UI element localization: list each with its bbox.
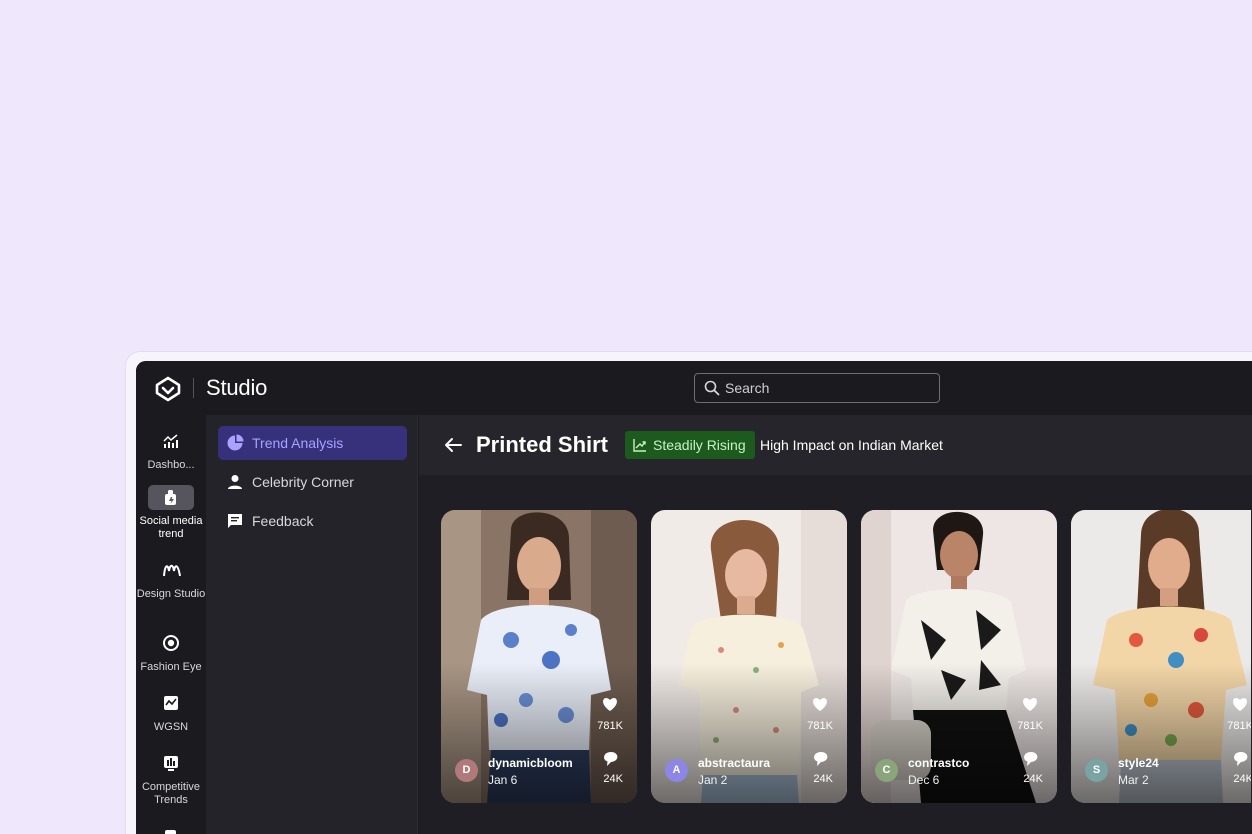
studio-logo-icon[interactable] — [154, 375, 182, 403]
comment-icon[interactable] — [812, 751, 830, 767]
rail-label: Social media trend — [139, 515, 203, 540]
rail-label: WGSN — [153, 721, 189, 733]
eye-lens-icon — [163, 635, 179, 651]
comment-icon[interactable] — [1232, 751, 1250, 767]
submenu-item-celebrity-corner[interactable]: Celebrity Corner — [218, 465, 407, 499]
logo-divider — [193, 378, 194, 398]
post-date: Mar 2 — [1118, 773, 1149, 787]
post-date: Dec 6 — [908, 773, 940, 787]
app-window: Studio Dashbo... — [136, 361, 1252, 834]
comment-count: 24K — [603, 773, 623, 785]
trend-status-label: Steadily Rising — [653, 437, 746, 453]
main-content: Printed Shirt Steadily Rising High Impac… — [419, 415, 1252, 834]
username[interactable]: style24 — [1118, 756, 1159, 770]
trend-status-badge: Steadily Rising — [625, 431, 755, 459]
comment-count: 24K — [813, 773, 833, 785]
rail-label: Design Studio — [136, 588, 206, 600]
brand-name: Studio — [206, 375, 268, 400]
rail-item-more[interactable] — [136, 825, 206, 834]
like-count: 781K — [1017, 720, 1043, 732]
like-count: 781K — [807, 720, 833, 732]
post-card[interactable]: 781K 24K S style24 Mar 2 — [1071, 510, 1251, 803]
avatar: S — [1085, 759, 1108, 782]
comment-count: 24K — [1023, 773, 1043, 785]
impact-label: High Impact on Indian Market — [760, 437, 943, 453]
post-card[interactable]: 781K 24K A abstractaura Jan 2 — [651, 510, 847, 803]
rail-item-social-media-trend[interactable]: Social media trend — [136, 485, 206, 541]
page-header: Printed Shirt Steadily Rising High Impac… — [419, 415, 1252, 475]
post-date: Jan 2 — [698, 773, 728, 787]
rail-item-competitive-trends[interactable]: Competitive Trends — [136, 751, 206, 807]
heart-icon[interactable] — [1231, 696, 1249, 712]
search-input[interactable] — [725, 378, 925, 398]
document-icon — [165, 830, 176, 834]
rail-item-design-studio[interactable]: Design Studio — [136, 558, 206, 601]
comment-icon[interactable] — [602, 751, 620, 767]
top-bar: Studio — [136, 361, 1252, 415]
competitor-chart-icon — [164, 756, 178, 771]
feedback-icon — [228, 514, 242, 528]
heart-icon[interactable] — [1021, 696, 1039, 712]
comment-icon[interactable] — [1022, 751, 1040, 767]
pie-chart-icon — [227, 434, 244, 451]
avatar: C — [875, 759, 898, 782]
post-card[interactable]: 781K 24K D dynamicbloom Jan 6 — [441, 510, 637, 803]
nav-rail: Dashbo... Social media trend Design Stud… — [136, 415, 206, 834]
username[interactable]: dynamicbloom — [488, 756, 573, 770]
person-icon — [228, 475, 242, 489]
like-count: 781K — [1227, 720, 1251, 732]
post-date: Jan 6 — [488, 773, 518, 787]
avatar: D — [455, 759, 478, 782]
submenu-label: Feedback — [252, 513, 314, 529]
username[interactable]: abstractaura — [698, 756, 770, 770]
rail-item-wgsn[interactable]: WGSN — [136, 691, 206, 734]
submenu-label: Trend Analysis — [252, 435, 344, 451]
sub-menu: Trend Analysis Celebrity Corner Feedback — [206, 415, 418, 834]
trending-up-icon — [633, 439, 646, 452]
rail-label: Dashbo... — [147, 459, 195, 471]
search-box[interactable] — [694, 373, 940, 403]
like-count: 781K — [597, 720, 623, 732]
heart-icon[interactable] — [601, 696, 619, 712]
rail-label: Fashion Eye — [140, 661, 202, 673]
rail-item-dashboard[interactable]: Dashbo... — [136, 429, 206, 472]
back-arrow-icon[interactable] — [443, 435, 463, 455]
submenu-item-feedback[interactable]: Feedback — [218, 504, 407, 538]
post-card[interactable]: 781K 24K C contrastco Dec 6 — [861, 510, 1057, 803]
social-trend-icon — [165, 490, 176, 505]
rail-item-fashion-eye[interactable]: Fashion Eye — [136, 631, 206, 674]
username[interactable]: contrastco — [908, 756, 969, 770]
submenu-item-trend-analysis[interactable]: Trend Analysis — [218, 426, 407, 460]
rail-label: Competitive Trends — [141, 781, 201, 806]
comment-count: 24K — [1233, 773, 1251, 785]
search-icon — [704, 380, 720, 396]
avatar: A — [665, 759, 688, 782]
submenu-label: Celebrity Corner — [252, 474, 354, 490]
pulse-chart-icon — [164, 696, 178, 710]
page-title: Printed Shirt — [476, 432, 609, 457]
bar-chart-icon — [163, 434, 178, 448]
heart-icon[interactable] — [811, 696, 829, 712]
design-wave-icon — [163, 564, 181, 577]
